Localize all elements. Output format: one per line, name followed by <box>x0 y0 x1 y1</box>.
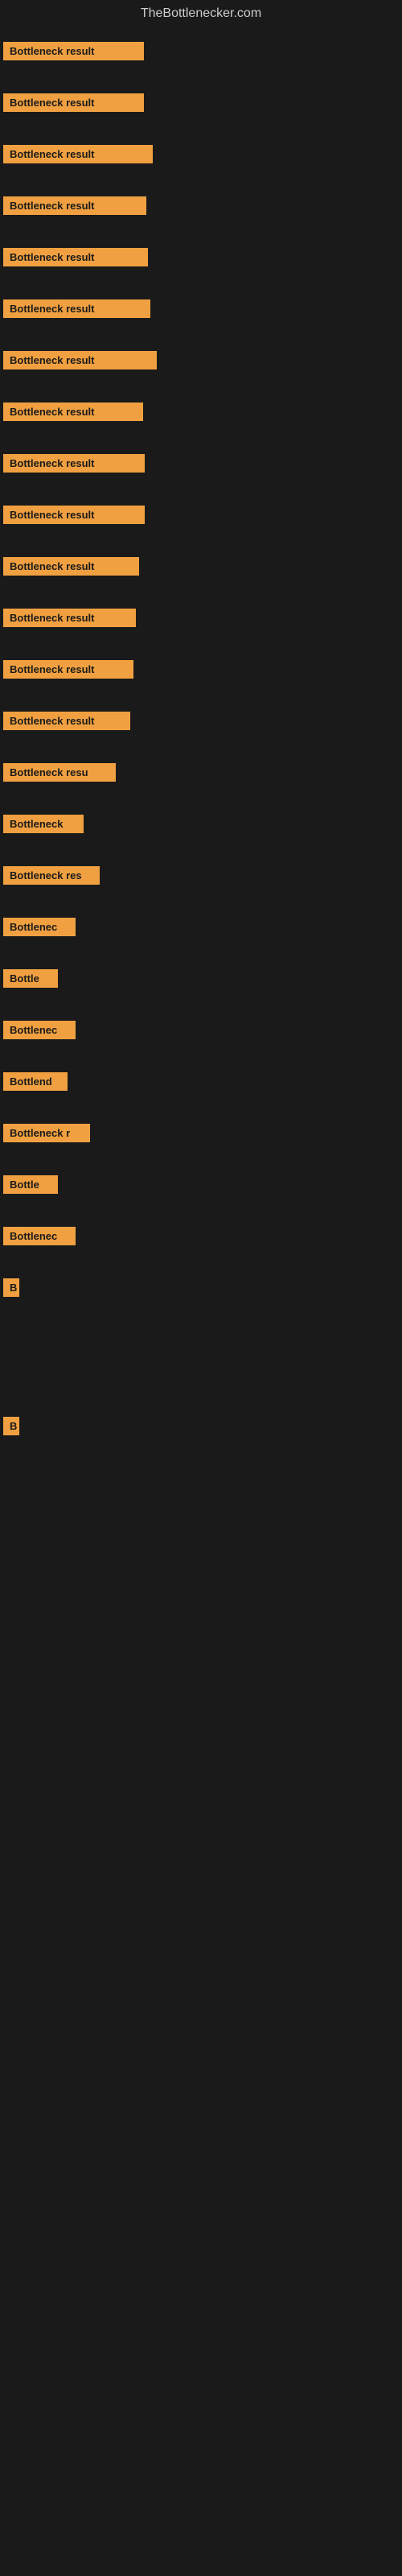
result-row: Bottleneck result <box>3 388 399 440</box>
bottleneck-result-label[interactable]: Bottleneck result <box>3 145 153 163</box>
bottleneck-result-label[interactable]: B <box>3 1278 19 1297</box>
bottleneck-result-label[interactable]: Bottlenec <box>3 918 76 936</box>
result-row: Bottleneck result <box>3 27 399 79</box>
bottleneck-result-label[interactable]: Bottleneck result <box>3 248 148 266</box>
result-row: Bottle <box>3 1161 399 1212</box>
bottleneck-result-label[interactable]: Bottlenec <box>3 1021 76 1039</box>
result-row: Bottlenec <box>3 903 399 955</box>
bottleneck-result-label[interactable]: Bottleneck result <box>3 454 145 473</box>
bottleneck-result-label[interactable]: Bottlend <box>3 1072 68 1091</box>
result-row: Bottlenec <box>3 1212 399 1264</box>
result-row <box>3 1541 399 1570</box>
result-row: Bottleneck resu <box>3 749 399 800</box>
result-row: Bottleneck result <box>3 697 399 749</box>
result-row: Bottleneck r <box>3 1109 399 1161</box>
bottleneck-result-label[interactable]: Bottleneck result <box>3 712 130 730</box>
result-row: Bottlend <box>3 1058 399 1109</box>
site-title: TheBottlenecker.com <box>3 0 399 27</box>
bottleneck-result-label[interactable]: Bottleneck res <box>3 866 100 885</box>
bottleneck-result-label[interactable]: Bottlenec <box>3 1227 76 1245</box>
result-row: Bottleneck result <box>3 130 399 182</box>
result-row <box>3 1315 399 1344</box>
result-row: Bottleneck result <box>3 336 399 388</box>
bottleneck-result-label[interactable]: Bottleneck result <box>3 196 146 215</box>
bottleneck-result-label[interactable]: Bottleneck result <box>3 93 144 112</box>
result-row: Bottleneck result <box>3 491 399 543</box>
result-row: Bottleneck result <box>3 646 399 697</box>
bottleneck-result-label[interactable]: Bottleneck result <box>3 609 136 627</box>
bottleneck-result-label[interactable]: Bottleneck result <box>3 557 139 576</box>
result-row: Bottleneck result <box>3 440 399 491</box>
bottleneck-result-label[interactable]: Bottleneck <box>3 815 84 833</box>
bottleneck-result-label[interactable]: Bottle <box>3 969 58 988</box>
bottleneck-result-label[interactable]: Bottleneck result <box>3 42 144 60</box>
result-row <box>3 1483 399 1512</box>
result-row: Bottle <box>3 955 399 1006</box>
result-row: Bottleneck result <box>3 285 399 336</box>
result-row: Bottleneck result <box>3 233 399 285</box>
result-row <box>3 1454 399 1483</box>
result-row: B <box>3 1264 399 1315</box>
result-row <box>3 1373 399 1402</box>
result-row <box>3 1512 399 1541</box>
bottleneck-result-label[interactable]: Bottleneck resu <box>3 763 116 782</box>
bottleneck-result-label[interactable]: Bottleneck result <box>3 351 157 369</box>
results-list: Bottleneck result Bottleneck result Bottle… <box>3 27 399 1570</box>
bottleneck-result-label[interactable]: Bottleneck result <box>3 660 133 679</box>
bottleneck-result-label[interactable]: Bottleneck result <box>3 506 145 524</box>
result-row: Bottleneck result <box>3 182 399 233</box>
result-row: Bottleneck result <box>3 79 399 130</box>
bottleneck-result-label[interactable]: Bottleneck result <box>3 299 150 318</box>
result-row: Bottleneck result <box>3 543 399 594</box>
bottleneck-result-label[interactable]: Bottle <box>3 1175 58 1194</box>
result-row: B <box>3 1402 399 1454</box>
result-row: Bottleneck res <box>3 852 399 903</box>
bottleneck-result-label[interactable]: Bottleneck result <box>3 402 143 421</box>
result-row: Bottlenec <box>3 1006 399 1058</box>
bottleneck-result-label[interactable]: B <box>3 1417 19 1435</box>
bottleneck-result-label[interactable]: Bottleneck r <box>3 1124 90 1142</box>
result-row: Bottleneck <box>3 800 399 852</box>
result-row <box>3 1344 399 1373</box>
page-container: TheBottlenecker.com Bottleneck resultBot… <box>0 0 402 1570</box>
result-row: Bottleneck result <box>3 594 399 646</box>
